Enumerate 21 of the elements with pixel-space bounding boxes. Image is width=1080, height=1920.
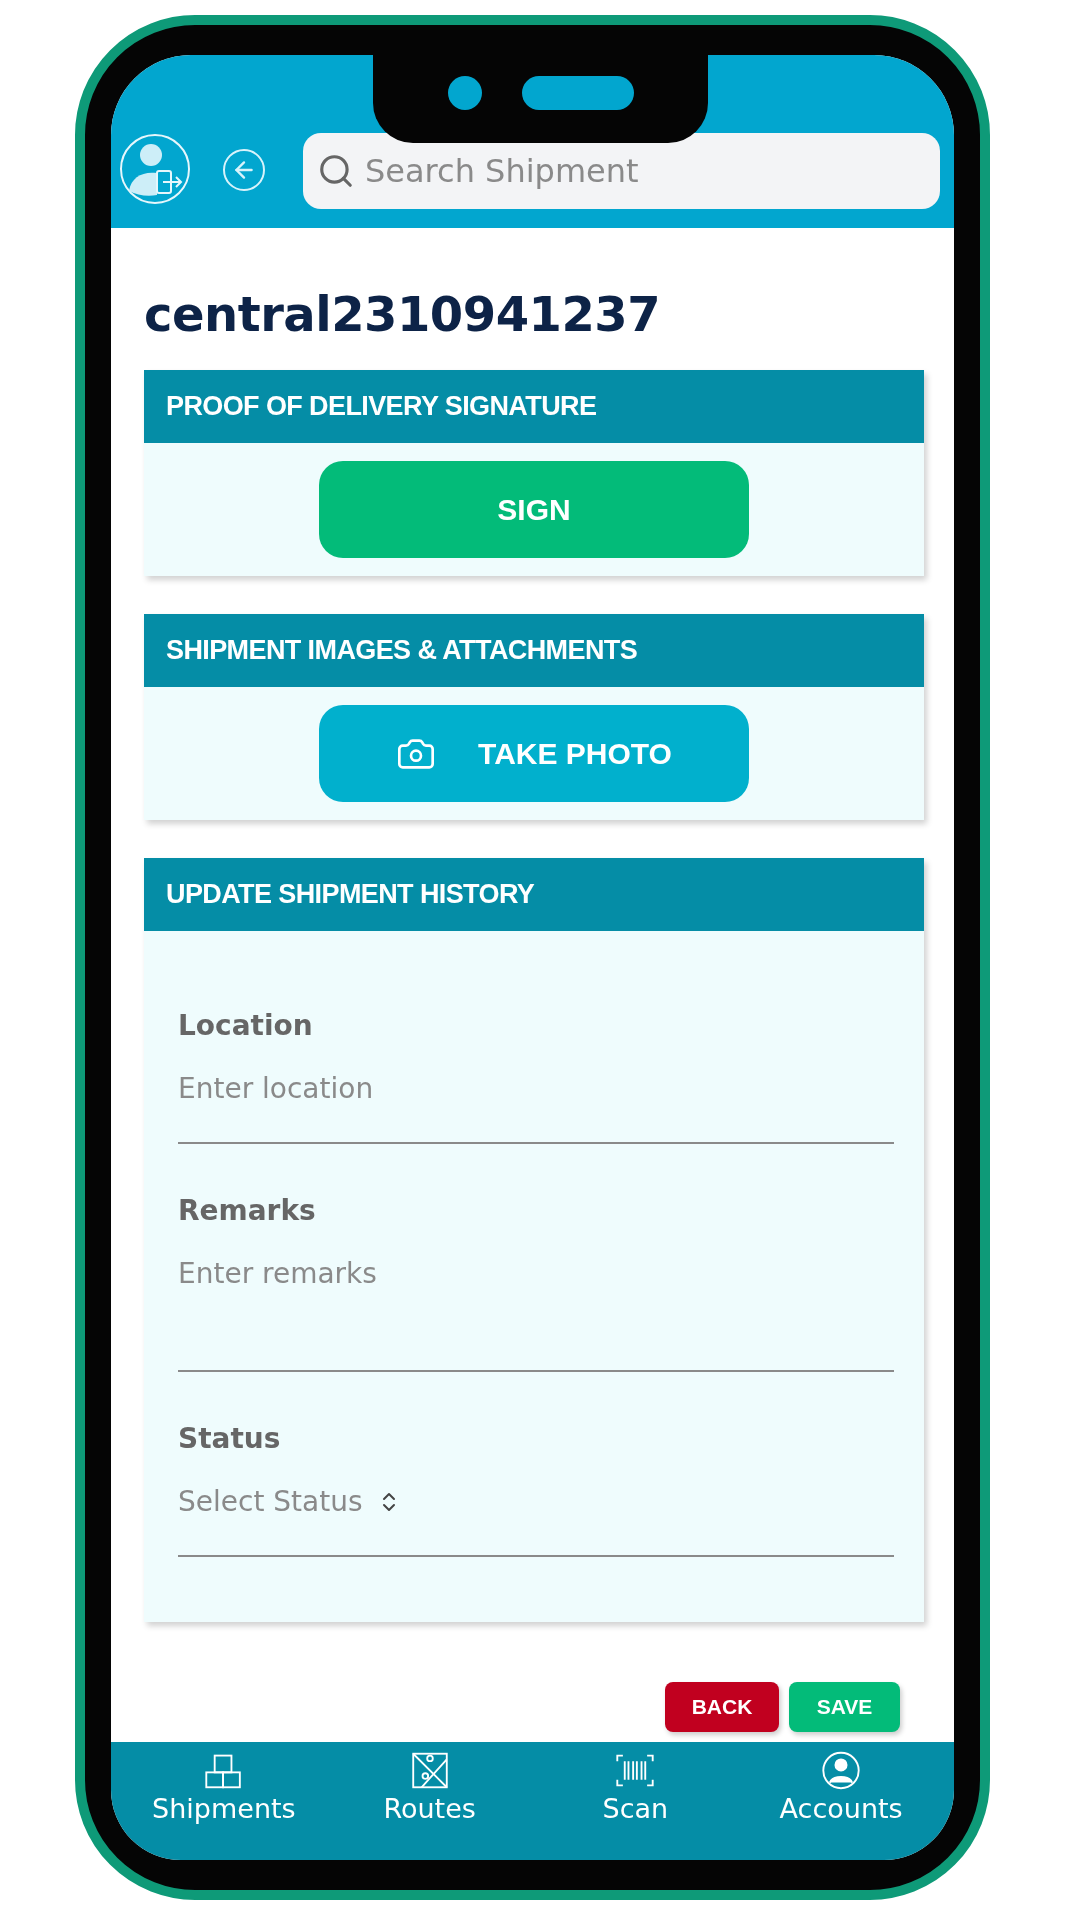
back-button[interactable]: BACK bbox=[665, 1682, 779, 1732]
sign-button[interactable]: SIGN bbox=[319, 461, 749, 558]
field-label: Location bbox=[178, 1009, 314, 1042]
input-field[interactable]: Enter remarks bbox=[178, 1257, 894, 1372]
nav-tab[interactable]: Scan bbox=[532, 1750, 739, 1824]
field-label: Status bbox=[178, 1422, 282, 1455]
section-title: SHIPMENT IMAGES & ATTACHMENTS bbox=[144, 614, 924, 687]
shipment-id: central2310941237 bbox=[144, 286, 662, 342]
section-title: PROOF OF DELIVERY SIGNATURE bbox=[144, 370, 924, 443]
nav-tab[interactable]: Shipments bbox=[121, 1750, 327, 1824]
take-photo-button[interactable]: TAKE PHOTO bbox=[319, 705, 749, 802]
status-select[interactable]: Select Status bbox=[178, 1485, 894, 1557]
search-field[interactable]: Search Shipment bbox=[303, 133, 940, 209]
input-field[interactable]: Enter location bbox=[178, 1072, 894, 1144]
save-button[interactable]: SAVE bbox=[789, 1682, 900, 1732]
nav-tab[interactable]: Routes bbox=[326, 1750, 533, 1824]
nav-tab[interactable]: Accounts bbox=[738, 1750, 944, 1824]
section-title: UPDATE SHIPMENT HISTORY bbox=[144, 858, 924, 931]
field-label: Remarks bbox=[178, 1194, 317, 1227]
search-icon bbox=[317, 152, 355, 190]
user-logout-icon[interactable] bbox=[119, 133, 191, 205]
